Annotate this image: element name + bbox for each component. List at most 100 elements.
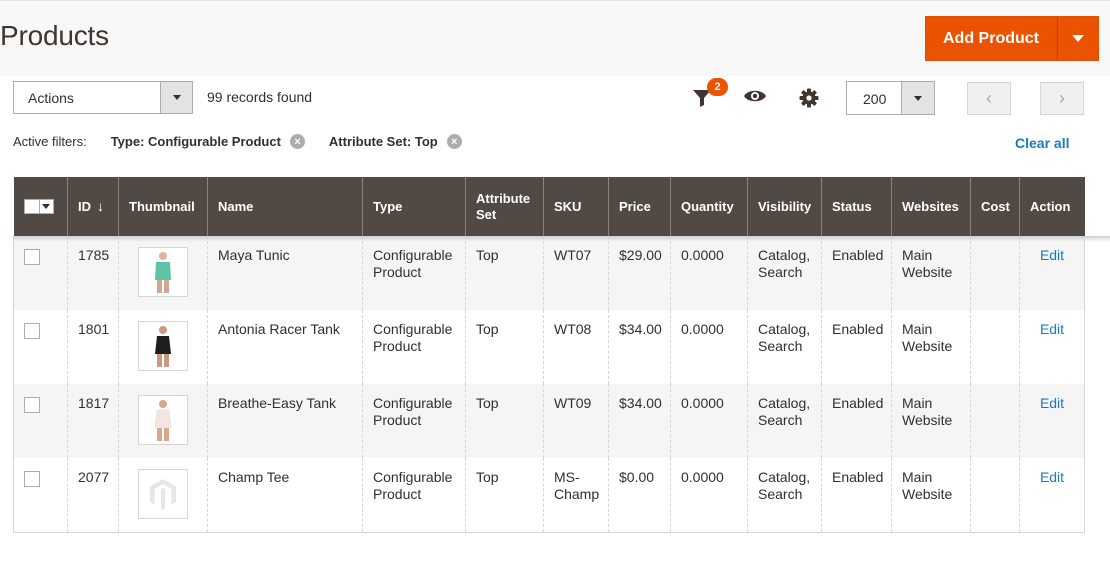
cell-attribute-set: Top — [465, 384, 544, 458]
product-image — [155, 326, 171, 367]
cell-attribute-set: Top — [465, 310, 544, 384]
actions-dropdown[interactable]: Actions — [13, 81, 193, 114]
cell-cost — [970, 384, 1020, 458]
grid-toolbar: Actions 99 records found 2 200 ‹ › Activ… — [0, 76, 1110, 176]
add-product-button[interactable]: Add Product — [925, 16, 1057, 61]
chevron-down-icon — [914, 95, 922, 101]
product-thumbnail[interactable] — [138, 247, 188, 297]
mass-select-control[interactable] — [23, 199, 58, 214]
next-page-button[interactable]: › — [1040, 82, 1084, 115]
column-header-visibility[interactable]: Visibility — [747, 177, 822, 236]
cell-websites: Main Website — [891, 384, 971, 458]
cell-price: $0.00 — [608, 458, 671, 533]
per-page-toggle[interactable] — [901, 82, 934, 114]
cell-type: Configurable Product — [362, 384, 466, 458]
column-header-sku[interactable]: SKU — [543, 177, 609, 236]
chevron-left-icon: ‹ — [986, 88, 992, 108]
per-page-value: 200 — [863, 91, 887, 107]
cell-name: Champ Tee — [207, 458, 363, 533]
gear-icon[interactable] — [799, 88, 819, 108]
product-thumbnail[interactable] — [138, 395, 188, 445]
cell-type: Configurable Product — [362, 458, 466, 533]
cell-thumbnail — [118, 458, 208, 533]
row-checkbox[interactable] — [24, 249, 40, 265]
cell-action: Edit — [1019, 458, 1085, 533]
previous-page-button[interactable]: ‹ — [967, 82, 1011, 115]
column-label: ID — [78, 199, 91, 214]
cell-status: Enabled — [821, 310, 892, 384]
clear-all-filters-link[interactable]: Clear all — [1015, 135, 1069, 151]
cell-quantity: 0.0000 — [670, 458, 748, 533]
column-header-type[interactable]: Type — [362, 177, 466, 236]
row-checkbox[interactable] — [24, 397, 40, 413]
cell-thumbnail — [118, 236, 208, 310]
mass-select-dropdown[interactable] — [39, 199, 54, 214]
edit-link[interactable]: Edit — [1040, 395, 1064, 411]
cell-sku: MS-Champ — [543, 458, 609, 533]
table-row: 2077 Champ Tee Configurable Product Top … — [13, 458, 1085, 533]
chevron-right-icon: › — [1059, 88, 1065, 108]
product-thumbnail[interactable] — [138, 469, 188, 519]
column-label: Quantity — [681, 198, 734, 214]
column-label: Type — [373, 198, 403, 214]
column-header-status[interactable]: Status — [821, 177, 892, 236]
column-label: Visibility — [758, 198, 812, 214]
column-header-attribute-set[interactable]: Attribute Set — [465, 177, 544, 236]
chevron-down-icon — [172, 95, 181, 100]
column-header-id[interactable]: ID ↓ — [67, 177, 119, 236]
actions-dropdown-label: Actions — [28, 90, 74, 106]
row-checkbox[interactable] — [24, 471, 40, 487]
cell-visibility: Catalog, Search — [747, 310, 822, 384]
mass-select-header[interactable] — [13, 177, 68, 236]
filter-count-badge: 2 — [707, 78, 728, 96]
cell-thumbnail — [118, 310, 208, 384]
row-select-cell — [13, 310, 68, 384]
cell-sku: WT08 — [543, 310, 609, 384]
column-header-action: Action — [1019, 177, 1085, 236]
cell-sku: WT09 — [543, 384, 609, 458]
cell-thumbnail — [118, 384, 208, 458]
column-header-cost[interactable]: Cost — [970, 177, 1020, 236]
cell-name: Maya Tunic — [207, 236, 363, 310]
edit-link[interactable]: Edit — [1040, 321, 1064, 337]
filter-chip-label: Attribute Set: Top — [328, 134, 438, 149]
mass-select-checkbox[interactable] — [23, 199, 40, 214]
actions-dropdown-toggle[interactable] — [160, 82, 192, 113]
per-page-select[interactable]: 200 — [846, 81, 935, 115]
column-label: SKU — [554, 198, 582, 214]
cell-type: Configurable Product — [362, 310, 466, 384]
cell-sku: WT07 — [543, 236, 609, 310]
column-label: Name — [218, 198, 254, 214]
column-header-name[interactable]: Name — [207, 177, 363, 236]
cell-id: 2077 — [67, 458, 119, 533]
sticky-header-shadow — [13, 236, 1110, 242]
product-thumbnail[interactable] — [138, 321, 188, 371]
cell-quantity: 0.0000 — [670, 310, 748, 384]
cell-id: 1817 — [67, 384, 119, 458]
row-checkbox[interactable] — [24, 323, 40, 339]
column-label: Cost — [981, 198, 1010, 214]
add-product-options-button[interactable] — [1057, 16, 1099, 61]
cell-quantity: 0.0000 — [670, 384, 748, 458]
edit-link[interactable]: Edit — [1040, 469, 1064, 485]
column-header-websites[interactable]: Websites — [891, 177, 971, 236]
column-header-quantity[interactable]: Quantity — [670, 177, 748, 236]
remove-filter-icon[interactable]: × — [289, 134, 305, 149]
row-select-cell — [13, 458, 68, 533]
cell-websites: Main Website — [891, 236, 971, 310]
edit-link[interactable]: Edit — [1040, 247, 1064, 263]
cell-status: Enabled — [821, 236, 892, 310]
grid-header-row: ID ↓ Thumbnail Name Type Attribute Set SK… — [13, 177, 1085, 236]
column-label: Price — [619, 198, 651, 214]
cell-action: Edit — [1019, 310, 1085, 384]
cell-attribute-set: Top — [465, 458, 544, 533]
row-select-cell — [13, 236, 68, 310]
remove-filter-icon[interactable]: × — [446, 134, 462, 149]
cell-visibility: Catalog, Search — [747, 384, 822, 458]
sort-arrow-icon: ↓ — [97, 198, 104, 214]
filter-chip-label: Type: Configurable Product — [110, 134, 281, 149]
cell-id: 1785 — [67, 236, 119, 310]
records-count: 99 records found — [207, 89, 313, 105]
eye-icon[interactable] — [743, 88, 767, 104]
column-header-price[interactable]: Price — [608, 177, 671, 236]
